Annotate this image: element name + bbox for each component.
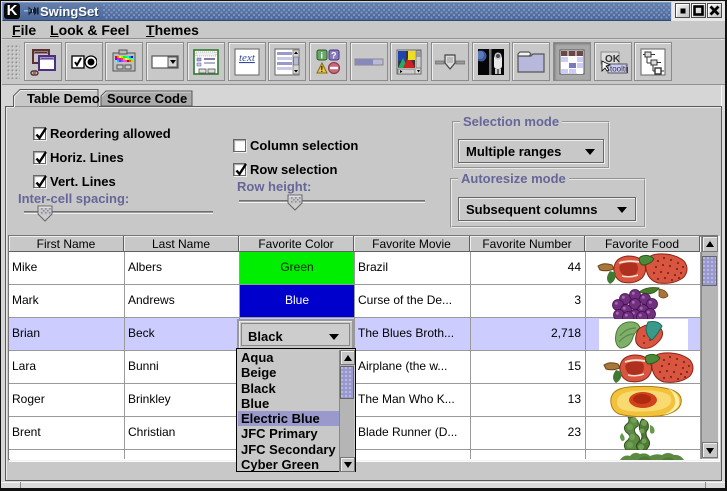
- svg-text:text: text: [239, 52, 256, 64]
- svg-text:i: i: [321, 50, 324, 60]
- svg-text:?: ?: [331, 50, 337, 60]
- svg-text:!: !: [321, 65, 324, 74]
- svg-text:tooltip: tooltip: [610, 64, 628, 73]
